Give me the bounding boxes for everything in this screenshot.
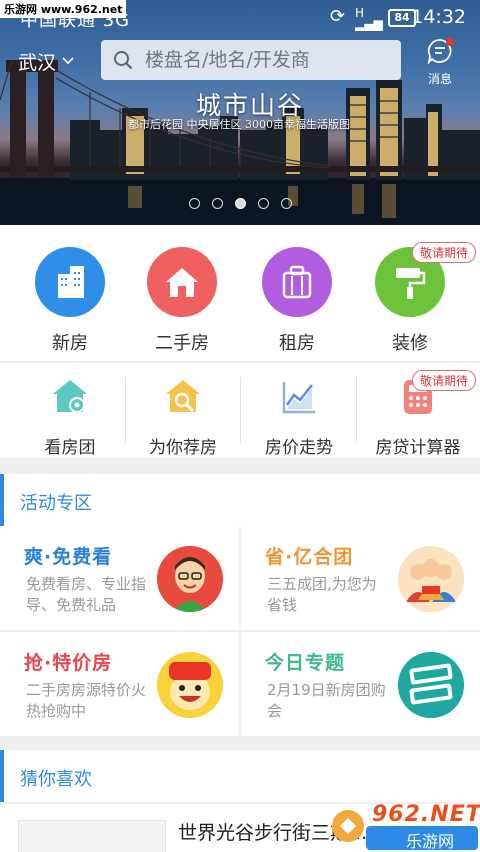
building-icon xyxy=(35,247,105,317)
activity-section-header: 活动专区 xyxy=(0,474,480,526)
category-label: 租房 xyxy=(279,333,315,354)
promo-description: 三五成团,为您为省钱 xyxy=(267,575,377,614)
promo-description: 免费看房、专业指导、免费礼品 xyxy=(26,575,147,614)
promo-title: 爽·免费看 xyxy=(24,546,113,568)
promo-title: 今日专题 xyxy=(265,652,346,674)
topic-badge-icon xyxy=(398,652,464,718)
discount-face-icon xyxy=(157,652,223,718)
signal-icon: H ▂▄▆ xyxy=(355,6,383,31)
tool-label: 房贷计算器 xyxy=(375,438,461,458)
trend-chart-icon xyxy=(239,377,359,417)
promo-special-price[interactable]: 抢·特价房 二手房房源特价火热抢购中 xyxy=(0,632,239,736)
promo-title: 抢·特价房 xyxy=(24,652,113,674)
house-search-icon xyxy=(123,377,243,417)
pagination-dot[interactable] xyxy=(211,198,223,209)
pagination-dot[interactable] xyxy=(257,198,269,209)
category-decoration[interactable]: 装修 xyxy=(350,247,470,355)
promo-description: 2月19日新房团购会 xyxy=(267,681,386,720)
banner-pagination xyxy=(0,198,480,209)
category-grid: 新房 二手房 租房 装修 敬请期待 xyxy=(0,225,480,361)
message-icon xyxy=(427,39,453,68)
listing-thumbnail xyxy=(18,820,166,852)
promo-group-buy[interactable]: 省·亿合团 三五成团,为您为省钱 xyxy=(241,526,480,630)
group-people-icon xyxy=(398,546,464,612)
messages-label: 消息 xyxy=(427,72,452,86)
pagination-dot[interactable] xyxy=(234,198,246,209)
watermark-sub: 乐游网 xyxy=(406,832,455,851)
search-icon xyxy=(101,50,145,70)
clock: 14:32 xyxy=(411,6,466,28)
cartoon-man-avatar xyxy=(157,546,223,612)
watermark-brand: 962.NET xyxy=(372,802,480,827)
tool-row: 看房团 为你荐房 房价走势 房贷计算器 敬请期待 xyxy=(0,362,480,458)
category-new-house[interactable]: 新房 xyxy=(10,247,130,355)
divider xyxy=(356,377,357,443)
promo-free-viewing[interactable]: 爽·免费看 免费看房、专业指导、免费礼品 xyxy=(0,526,239,630)
tool-house-tour[interactable]: 看房团 xyxy=(10,377,130,458)
search-input[interactable] xyxy=(145,49,385,71)
section-title: 活动专区 xyxy=(20,493,92,514)
category-rent[interactable]: 租房 xyxy=(237,247,357,355)
tool-label: 为你荐房 xyxy=(149,438,217,458)
coming-soon-badge: 敬请期待 xyxy=(412,370,477,391)
search-bar[interactable] xyxy=(101,40,401,80)
section-title: 猜你喜欢 xyxy=(20,769,92,790)
promo-daily-topic[interactable]: 今日专题 2月19日新房团购会 xyxy=(241,632,480,736)
banner-subtitle: 都市后花园 中央居住区 3000亩幸福生活版图 xyxy=(128,118,350,131)
unread-dot xyxy=(446,38,454,46)
watermark-logo: 962.NET 乐游网 xyxy=(330,800,480,852)
pagination-dot[interactable] xyxy=(188,198,200,209)
messages-button[interactable]: 消息 xyxy=(420,38,460,87)
house-tour-icon xyxy=(10,377,130,417)
tool-recommend[interactable]: 为你荐房 xyxy=(123,377,243,458)
tool-label: 看房团 xyxy=(44,438,96,458)
house-icon xyxy=(147,247,217,317)
promo-title: 省·亿合团 xyxy=(265,546,354,568)
suitcase-icon xyxy=(262,247,332,317)
pagination-dot[interactable] xyxy=(280,198,292,209)
tool-price-trend[interactable]: 房价走势 xyxy=(239,377,359,458)
watermark-top: 乐游网 www.962.net xyxy=(0,0,127,18)
category-label: 新房 xyxy=(52,333,88,354)
category-label: 装修 xyxy=(392,333,428,354)
chevron-down-icon xyxy=(62,54,74,69)
category-label: 二手房 xyxy=(155,333,209,354)
guess-section-header: 猜你喜欢 xyxy=(0,750,480,802)
category-second-hand[interactable]: 二手房 xyxy=(122,247,242,355)
promo-description: 二手房房源特价火热抢购中 xyxy=(26,681,147,720)
city-selector[interactable]: 武汉 xyxy=(18,48,74,75)
sync-icon: ⟳ xyxy=(330,6,346,27)
tool-label: 房价走势 xyxy=(265,438,333,458)
coming-soon-badge: 敬请期待 xyxy=(412,242,477,263)
city-label: 武汉 xyxy=(18,52,57,74)
